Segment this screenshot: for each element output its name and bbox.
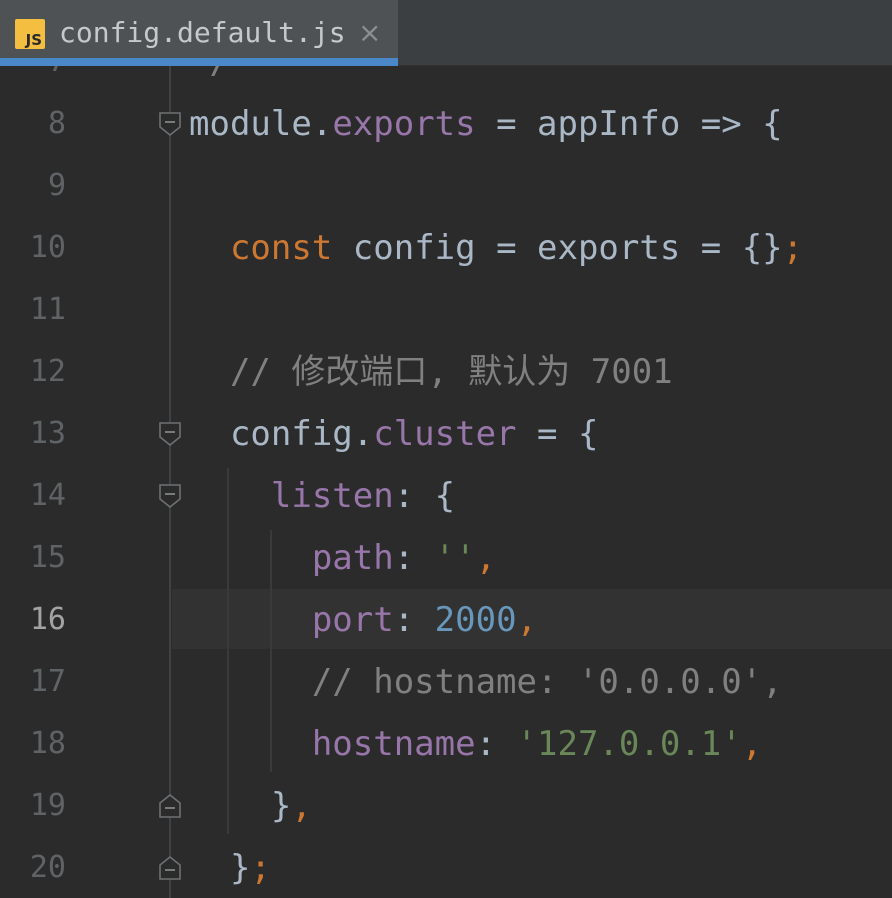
code-token: = appInfo => { <box>475 104 783 144</box>
code-token: : { <box>393 476 456 516</box>
code-token: // 修改端口, 默认为 7001 <box>189 352 673 392</box>
code-token: hostname <box>311 724 476 764</box>
code-line[interactable]: module.exports = appInfo => { <box>189 93 783 155</box>
code-token: , <box>516 600 538 640</box>
code-line[interactable]: listen: { <box>189 465 455 527</box>
code-token: path <box>311 538 394 578</box>
fold-collapse-icon[interactable] <box>158 111 182 137</box>
line-number: 20 <box>29 850 66 885</box>
line-number: 8 <box>47 106 66 141</box>
line-number: 15 <box>29 540 66 575</box>
code-token: const <box>229 228 333 268</box>
line-number: 12 <box>29 354 66 389</box>
code-token: '' <box>434 538 476 578</box>
fold-collapse-icon[interactable] <box>158 483 182 509</box>
editor-tab[interactable]: JS config.default.js × <box>0 0 398 66</box>
code-token: , <box>741 724 763 764</box>
code-token: config. <box>189 414 374 454</box>
line-number: 16 <box>29 602 66 637</box>
code-line[interactable]: const config = exports = {}; <box>189 217 803 279</box>
code-line[interactable]: path: '', <box>189 527 496 589</box>
code-token: 2000 <box>434 600 517 640</box>
code-token: // hostname: '0.0.0.0', <box>189 662 783 702</box>
code-token: . <box>311 104 333 144</box>
code-token: exports <box>332 104 476 144</box>
code-token: listen <box>270 476 394 516</box>
line-number: 9 <box>47 168 66 203</box>
editor-tab-bar: JS config.default.js × <box>0 0 892 66</box>
code-token: '127.0.0.1' <box>516 724 742 764</box>
line-number: 18 <box>29 726 66 761</box>
code-token: , <box>475 538 497 578</box>
code-line[interactable]: // 修改端口, 默认为 7001 <box>189 341 673 403</box>
line-number: 13 <box>29 416 66 451</box>
code-line[interactable]: // hostname: '0.0.0.0', <box>189 651 783 713</box>
javascript-file-icon: JS <box>15 19 45 49</box>
fold-end-icon[interactable] <box>158 855 182 881</box>
code-token: port <box>311 600 394 640</box>
fold-connector <box>169 66 171 898</box>
javascript-file-icon-label: JS <box>25 31 42 49</box>
code-token: : <box>393 600 435 640</box>
code-token: = { <box>516 414 599 454</box>
code-line[interactable]: port: 2000, <box>189 589 537 651</box>
close-icon[interactable]: × <box>358 14 381 52</box>
active-tab-indicator <box>0 58 398 66</box>
code-line[interactable]: }, <box>189 775 312 837</box>
fold-collapse-icon[interactable] <box>158 421 182 447</box>
code-token: , <box>291 786 312 826</box>
code-token: : <box>475 724 517 764</box>
code-token: cluster <box>373 414 517 454</box>
code-token: ; <box>782 228 804 268</box>
code-token: ; <box>250 848 271 888</box>
code-line[interactable]: config.cluster = { <box>189 403 598 465</box>
code-token: } <box>189 786 292 826</box>
code-line[interactable]: */ <box>189 66 230 93</box>
line-number: 14 <box>29 478 66 513</box>
line-number: 10 <box>29 230 66 265</box>
line-number: 19 <box>29 788 66 823</box>
code-token: } <box>189 848 251 888</box>
line-number: 17 <box>29 664 66 699</box>
line-number: 11 <box>29 292 66 327</box>
tab-title: config.default.js <box>59 16 346 49</box>
code-token: config = exports = {} <box>332 228 783 268</box>
code-token: : <box>393 538 435 578</box>
code-editor[interactable]: 7 8 9 10 11 12 13 14 15 16 17 18 19 20 */ module.expor… <box>0 66 892 898</box>
line-number: 7 <box>0 66 66 93</box>
code-token: */ <box>189 66 230 82</box>
fold-end-icon[interactable] <box>158 793 182 819</box>
code-token: module <box>189 104 312 144</box>
code-line[interactable]: hostname: '127.0.0.1', <box>189 713 762 775</box>
code-line[interactable]: }; <box>189 837 271 898</box>
